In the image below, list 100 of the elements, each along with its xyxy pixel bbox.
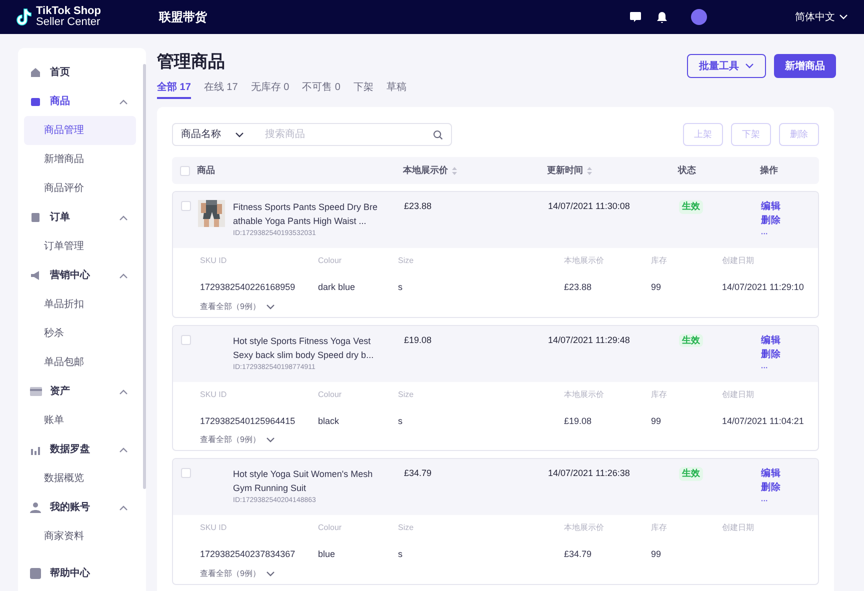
filter-tab[interactable]: 全部 17 (157, 80, 191, 99)
sku-column-header: Size (398, 390, 414, 398)
column-header: 更新时间 (547, 164, 583, 177)
language-selector[interactable]: 简体中文 (795, 10, 848, 24)
update-time: 14/07/2021 11:26:38 (548, 468, 630, 478)
add-product-button[interactable]: 新增商品 (774, 54, 836, 78)
sku-column-header: 本地展示价 (564, 256, 604, 265)
sidebar-item[interactable]: 秒杀 (24, 319, 136, 348)
chevron-down-icon (235, 132, 244, 138)
column-header: 状态 (678, 164, 696, 177)
document-icon (30, 212, 41, 223)
search-field[interactable]: 商品名称 搜索商品 (172, 123, 452, 146)
sidebar-section[interactable]: 我的账号 (18, 493, 146, 522)
filter-tab[interactable]: 无库存 0 (250, 80, 290, 99)
chevron-down-icon (745, 63, 754, 69)
sidebar-section[interactable]: 数据罗盘 (18, 435, 146, 464)
sidebar-section-label: 首页 (50, 66, 70, 80)
checkbox[interactable] (181, 334, 191, 344)
sidebar-item[interactable]: 订单管理 (24, 232, 136, 261)
status-badge: 生效 (679, 467, 703, 480)
sku-column-header: Size (398, 256, 414, 265)
home-icon (30, 67, 41, 78)
sidebar-section-label: 数据罗盘 (50, 442, 90, 457)
sidebar-section[interactable]: 营销中心 (18, 261, 146, 290)
chevron-up-icon (119, 504, 128, 510)
sidebar-item[interactable]: 账单 (24, 406, 136, 435)
bulk-tools-button[interactable]: 批量工具 (687, 54, 766, 78)
sku-column-header: 本地展示价 (564, 523, 604, 532)
product-name[interactable]: Hot style Sports Fitness Yoga Vest Sexy back slim body Speed dry b... (233, 334, 378, 362)
sku-cell: 99 (651, 282, 662, 292)
checkbox[interactable] (181, 468, 191, 478)
message-icon[interactable] (630, 12, 641, 22)
sidebar-section-label: 订单 (50, 210, 70, 225)
search-icon[interactable] (433, 130, 443, 140)
sku-cell: 99 (651, 549, 662, 559)
bell-icon[interactable] (657, 12, 667, 22)
sku-cell: 1729382540226168959 (200, 282, 296, 292)
sku-cell: 1729382540237834367 (200, 549, 296, 559)
sidebar-section[interactable]: 商品 (18, 87, 146, 116)
sku-column-header: 创建日期 (722, 256, 754, 265)
sort-icon[interactable] (452, 166, 457, 174)
view-all-link[interactable]: 查看全部（9例） (200, 300, 276, 312)
action-link[interactable]: 删除 (761, 214, 781, 228)
view-all-link[interactable]: 查看全部（9例） (200, 434, 276, 446)
help-icon (30, 568, 41, 579)
scrollbar[interactable] (143, 64, 146, 489)
bag-icon (30, 96, 41, 107)
sku-cell: blue (318, 549, 336, 559)
sku-cell: £34.79 (564, 549, 592, 559)
filter-tab[interactable]: 下架 (354, 80, 374, 99)
logo-text: TikTok Shop (36, 6, 101, 17)
sku-cell: 14/07/2021 11:04:21 (722, 416, 804, 426)
sidebar-section-label: 商品 (50, 94, 70, 109)
action-link[interactable]: 编辑 (761, 467, 781, 481)
sku-cell: dark blue (318, 282, 356, 292)
user-icon (30, 502, 41, 513)
action-link[interactable]: 删除 (761, 481, 781, 495)
product-name[interactable]: Hot style Yoga Suit Women's Mesh Gym Running Suit (233, 467, 378, 495)
sidebar-section[interactable]: 订单 (18, 203, 146, 232)
sidebar-item[interactable]: 单品折扣 (24, 290, 136, 319)
action-link[interactable]: 编辑 (761, 200, 781, 214)
action-link[interactable]: 删除 (761, 348, 781, 362)
sku-cell: 14/07/2021 11:29:10 (722, 282, 804, 292)
filter-tab[interactable]: 草稿 (386, 80, 406, 99)
action-link[interactable]: 编辑 (761, 334, 781, 348)
price: £19.08 (404, 334, 432, 344)
filter-dropdown[interactable]: 商品名称 (181, 127, 265, 142)
sidebar-item[interactable]: 数据概览 (24, 464, 136, 493)
sku-cell: £23.88 (564, 282, 592, 292)
chevron-down-icon (266, 304, 276, 310)
product-name[interactable]: Fitness Sports Pants Speed Dry Breathable Yoga Pants High Waist ... (233, 200, 378, 228)
sku-cell: 99 (651, 416, 662, 426)
price: £23.88 (404, 201, 432, 211)
sidebar-section[interactable]: 资产 (18, 377, 146, 406)
checkbox[interactable] (181, 201, 191, 211)
sidebar-section[interactable]: 帮助中心 (18, 559, 146, 588)
sku-column-header: SKU ID (200, 256, 227, 265)
megaphone-icon (30, 270, 41, 281)
sort-icon[interactable] (587, 166, 592, 174)
sidebar-item[interactable]: 商家资料 (24, 522, 136, 551)
sku-cell: s (398, 282, 402, 292)
sidebar-item[interactable]: 新增商品 (24, 145, 136, 174)
sidebar-section[interactable]: 首页 (18, 58, 146, 87)
sidebar-item[interactable]: 商品管理 (24, 116, 136, 145)
chevron-up-icon (119, 272, 128, 278)
filter-tab[interactable]: 在线 17 (204, 80, 238, 99)
avatar[interactable] (691, 9, 707, 25)
sidebar-item[interactable]: 单品包邮 (24, 348, 136, 377)
sku-cell: s (398, 416, 402, 426)
checkbox[interactable] (180, 166, 190, 176)
sku-column-header: Colour (318, 390, 342, 398)
view-all-link[interactable]: 查看全部（9例） (200, 568, 276, 580)
status-badge: 生效 (679, 334, 703, 347)
sku-column-header: 本地展示价 (564, 390, 604, 398)
sku-cell: black (318, 416, 340, 426)
sku-cell: £19.08 (564, 416, 592, 426)
filter-tab[interactable]: 不可售 0 (302, 80, 340, 99)
chevron-down-icon (839, 14, 848, 20)
sku-column-header: 库存 (651, 256, 667, 265)
sidebar-item[interactable]: 商品评价 (24, 174, 136, 203)
